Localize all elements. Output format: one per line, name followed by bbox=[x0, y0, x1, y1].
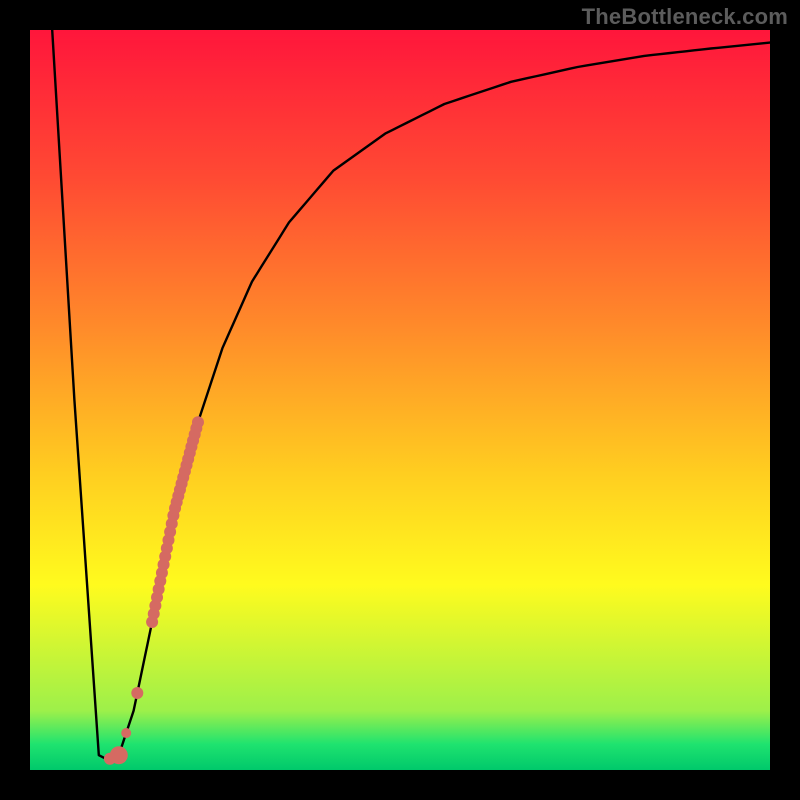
dot-1 bbox=[131, 687, 143, 699]
chart-stage: TheBottleneck.com bbox=[0, 0, 800, 800]
chart-svg bbox=[0, 0, 800, 800]
dots-thick-segment bbox=[192, 416, 204, 428]
dot-4 bbox=[104, 753, 116, 765]
watermark-text: TheBottleneck.com bbox=[582, 4, 788, 30]
plot-background bbox=[30, 30, 770, 770]
dot-2 bbox=[121, 728, 131, 738]
